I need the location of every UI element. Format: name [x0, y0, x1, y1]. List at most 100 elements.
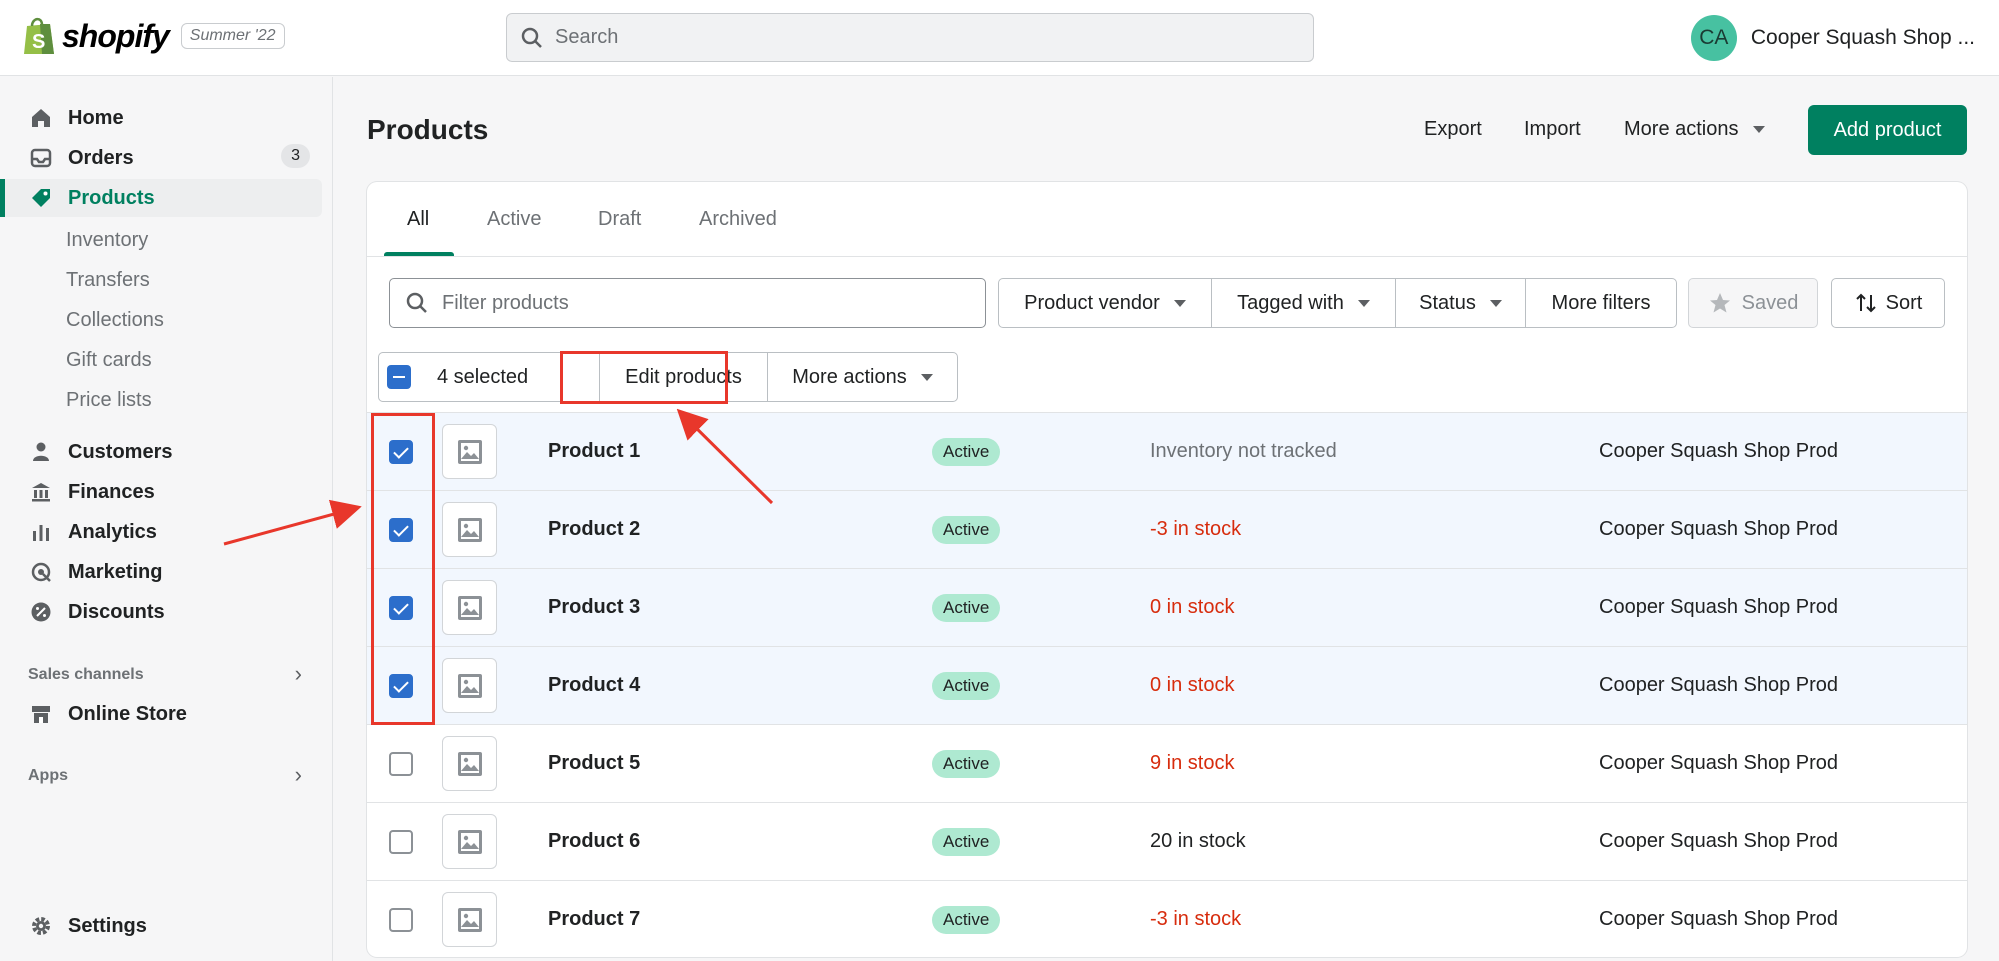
image-placeholder-icon: [457, 517, 482, 542]
status-badge: Active: [932, 438, 1001, 466]
brand-name: shopify: [62, 17, 170, 54]
chevron-right-icon[interactable]: ›: [295, 661, 302, 687]
inventory-text: Inventory not tracked: [1150, 440, 1337, 462]
product-name[interactable]: Product 3: [548, 596, 640, 619]
tab-active[interactable]: Active: [487, 208, 541, 231]
bulk-more-actions-button[interactable]: More actions: [767, 353, 957, 401]
sidebar-item-marketing[interactable]: Marketing: [0, 553, 322, 591]
inventory-text: 9 in stock: [1150, 752, 1235, 774]
add-product-button[interactable]: Add product: [1808, 105, 1967, 155]
filter-label: Product vendor: [1024, 291, 1160, 314]
tagged-with-filter[interactable]: Tagged with: [1211, 278, 1396, 328]
status-badge: Active: [932, 906, 1001, 934]
sort-label: Sort: [1885, 291, 1923, 314]
sort-button[interactable]: Sort: [1831, 278, 1945, 328]
vendor-text: Cooper Squash Shop Prod: [1599, 674, 1839, 696]
product-vendor-filter[interactable]: Product vendor: [998, 278, 1212, 328]
caret-down-icon: [1752, 126, 1765, 133]
annotation-box-checkboxes: [371, 413, 435, 725]
sidebar-item-online-store[interactable]: Online Store: [0, 695, 322, 733]
filter-products-input[interactable]: Filter products: [389, 278, 986, 328]
page-title: Products: [367, 114, 489, 145]
row-checkbox[interactable]: [389, 752, 413, 776]
tab-draft[interactable]: Draft: [598, 208, 641, 231]
export-button[interactable]: Export: [1424, 118, 1482, 141]
table-row[interactable]: Product 5 Active 9 in stock Cooper Squash S…: [367, 724, 1967, 802]
sidebar-item-home[interactable]: Home: [0, 99, 322, 137]
inventory-text: 0 in stock: [1150, 596, 1235, 618]
row-checkbox[interactable]: [389, 908, 413, 932]
import-button[interactable]: Import: [1524, 118, 1581, 141]
product-thumbnail[interactable]: [442, 502, 497, 557]
vendor-text: Cooper Squash Shop Prod: [1599, 908, 1839, 930]
star-icon: [1709, 293, 1730, 313]
saved-label: Saved: [1741, 291, 1799, 314]
tab-all[interactable]: All: [407, 208, 429, 231]
tab-archived[interactable]: Archived: [699, 208, 777, 231]
table-row[interactable]: Product 4 Active 0 in stock Cooper Squash S…: [367, 646, 1967, 724]
more-actions-button[interactable]: More actions: [1624, 118, 1765, 141]
product-name[interactable]: Product 7: [548, 908, 640, 931]
product-name[interactable]: Product 6: [548, 830, 640, 853]
table-row[interactable]: Product 1 Active Inventory not tracked Coop…: [367, 412, 1967, 490]
vendor-text: Cooper Squash Shop Prod: [1599, 440, 1839, 462]
more-filters-button[interactable]: More filters: [1525, 278, 1677, 328]
image-placeholder-icon: [457, 673, 482, 698]
sidebar-item-discounts[interactable]: Discounts: [0, 593, 322, 631]
status-badge: Active: [932, 672, 1001, 700]
sidebar-item-settings[interactable]: Settings: [0, 907, 322, 945]
apps-title: Apps: [28, 767, 68, 784]
sidebar-subitem-gift-cards[interactable]: Gift cards: [66, 349, 152, 372]
status-badge: Active: [932, 750, 1001, 778]
product-thumbnail[interactable]: [442, 892, 497, 947]
product-name[interactable]: Product 2: [548, 518, 640, 541]
product-thumbnail[interactable]: [442, 580, 497, 635]
sidebar-item-label: Orders: [68, 146, 134, 169]
table-row[interactable]: Product 6 Active 20 in stock Cooper Squash …: [367, 802, 1967, 880]
inventory-text: -3 in stock: [1150, 908, 1242, 930]
image-placeholder-icon: [457, 751, 482, 776]
search-icon: [521, 27, 542, 48]
caret-down-icon: [1173, 299, 1186, 307]
sidebar-item-analytics[interactable]: Analytics: [0, 513, 322, 551]
status-filter[interactable]: Status: [1395, 278, 1526, 328]
sidebar-subitem-price-lists[interactable]: Price lists: [66, 389, 152, 412]
product-thumbnail[interactable]: [442, 424, 497, 479]
sidebar-subitem-transfers[interactable]: Transfers: [66, 269, 150, 292]
sidebar-item-label: Settings: [68, 914, 147, 937]
shopify-logo[interactable]: S shopify Summer '22: [22, 16, 285, 56]
sidebar-item-products[interactable]: Products: [0, 179, 322, 217]
table-row[interactable]: Product 2 Active -3 in stock Cooper Squash …: [367, 490, 1967, 568]
product-thumbnail[interactable]: [442, 814, 497, 869]
account-menu[interactable]: CA Cooper Squash Shop ...: [1690, 15, 1975, 61]
orders-icon: [28, 145, 54, 171]
saved-button[interactable]: Saved: [1688, 278, 1818, 328]
deselect-all-checkbox[interactable]: [379, 353, 419, 401]
product-thumbnail[interactable]: [442, 736, 497, 791]
image-placeholder-icon: [457, 829, 482, 854]
status-badge: Active: [932, 516, 1001, 544]
tag-icon: [28, 185, 54, 211]
sidebar-item-finances[interactable]: Finances: [0, 473, 322, 511]
image-placeholder-icon: [457, 595, 482, 620]
filter-label: Tagged with: [1237, 291, 1344, 314]
product-thumbnail[interactable]: [442, 658, 497, 713]
row-checkbox[interactable]: [389, 830, 413, 854]
table-row[interactable]: Product 3 Active 0 in stock Cooper Squash S…: [367, 568, 1967, 646]
sidebar-subitem-collections[interactable]: Collections: [66, 309, 164, 332]
product-name[interactable]: Product 4: [548, 674, 640, 697]
sidebar-item-customers[interactable]: Customers: [0, 433, 322, 471]
table-row[interactable]: Product 7 Active -3 in stock Cooper Squash …: [367, 880, 1967, 957]
search-placeholder: Search: [555, 26, 619, 48]
product-name[interactable]: Product 5: [548, 752, 640, 775]
shopify-bag-icon: S: [22, 16, 56, 56]
search-input[interactable]: Search: [506, 13, 1314, 62]
sales-channels-title: Sales channels: [28, 666, 144, 683]
chevron-right-icon[interactable]: ›: [295, 762, 302, 788]
product-name[interactable]: Product 1: [548, 440, 640, 463]
caret-down-icon: [1489, 299, 1502, 307]
person-icon: [28, 439, 54, 465]
sidebar-subitem-inventory[interactable]: Inventory: [66, 229, 148, 252]
edition-badge: Summer '22: [180, 23, 285, 49]
sidebar-item-orders[interactable]: Orders 3: [0, 139, 322, 177]
